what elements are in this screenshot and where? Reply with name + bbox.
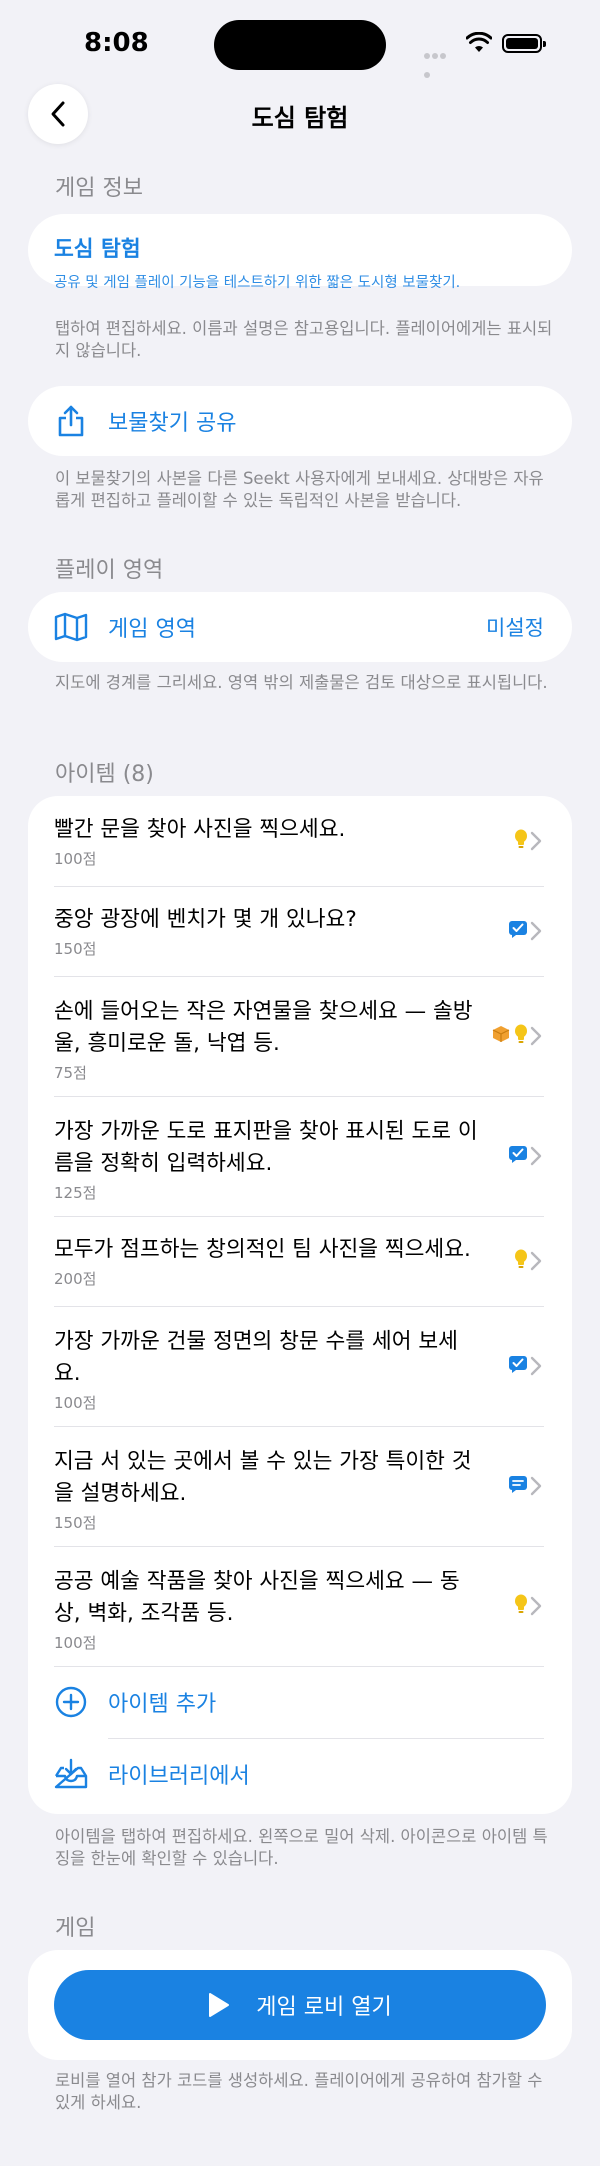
hint-bulb-icon bbox=[514, 1249, 528, 1273]
map-icon bbox=[54, 610, 88, 644]
item-row[interactable]: 모두가 점프하는 창의적인 팀 사진을 찍으세요. 200점 bbox=[28, 1216, 572, 1306]
item-title: 가장 가까운 건물 정면의 창문 수를 세어 보세요. bbox=[54, 1329, 458, 1386]
open-lobby-button[interactable]: 게임 로비 열기 bbox=[54, 1970, 546, 2040]
battery-icon bbox=[502, 34, 546, 53]
item-points: 100점 bbox=[54, 850, 97, 868]
share-label: 보물찾기 공유 bbox=[108, 411, 237, 436]
chevron-right-icon bbox=[530, 1476, 542, 1496]
items-card: 빨간 문을 찾아 사진을 찍으세요. 100점 중앙 광장에 벤치가 몇 개 있나요… bbox=[28, 796, 572, 1814]
wifi-icon bbox=[466, 32, 492, 52]
nav-bar: 도심 탐험 bbox=[0, 84, 600, 148]
chevron-right-icon bbox=[530, 1596, 542, 1616]
section-header-game: 게임 bbox=[55, 1916, 96, 1941]
item-title: 지금 서 있는 곳에서 볼 수 있는 가장 특이한 것을 설명하세요. bbox=[54, 1449, 472, 1506]
game-title: 도심 탐험 bbox=[54, 237, 141, 262]
item-title: 중앙 광장에 벤치가 몇 개 있나요? bbox=[54, 907, 357, 932]
item-points: 75점 bbox=[54, 1064, 87, 1082]
item-title: 공공 예술 작품을 찾아 사진을 찍으세요 — 동상, 벽화, 조각품 등. bbox=[54, 1569, 460, 1626]
item-badges bbox=[514, 1594, 528, 1618]
game-card: 게임 로비 열기 bbox=[28, 1950, 572, 2060]
item-badges bbox=[508, 1144, 528, 1168]
plus-circle-icon bbox=[54, 1685, 88, 1719]
play-area-label: 게임 영역 bbox=[108, 617, 196, 642]
item-points: 125점 bbox=[54, 1184, 97, 1202]
status-time: 8:08 bbox=[84, 28, 149, 58]
item-row[interactable]: 가장 가까운 건물 정면의 창문 수를 세어 보세요. 100점 bbox=[28, 1306, 572, 1426]
item-title: 모두가 점프하는 창의적인 팀 사진을 찍으세요. bbox=[54, 1237, 471, 1262]
share-button[interactable]: 보물찾기 공유 bbox=[28, 386, 572, 456]
play-icon bbox=[209, 1993, 230, 2017]
signal-icon bbox=[424, 44, 454, 78]
dynamic-island bbox=[214, 20, 386, 70]
play-area-footnote: 지도에 경계를 그리세요. 영역 밖의 제출물은 검토 대상으로 표시됩니다. bbox=[55, 673, 548, 692]
text-answer-icon bbox=[508, 1474, 528, 1498]
item-row[interactable]: 공공 예술 작품을 찾아 사진을 찍으세요 — 동상, 벽화, 조각품 등. 10… bbox=[28, 1546, 572, 1666]
share-card[interactable]: 보물찾기 공유 bbox=[28, 386, 572, 456]
item-badges bbox=[492, 1024, 528, 1048]
item-row[interactable]: 가장 가까운 도로 표지판을 찾아 표시된 도로 이름을 정확히 입력하세요. 1… bbox=[28, 1096, 572, 1216]
item-points: 100점 bbox=[54, 1394, 97, 1412]
add-item-button[interactable]: 아이템 추가 bbox=[28, 1666, 572, 1738]
play-area-value: 미설정 bbox=[486, 616, 544, 640]
item-badges bbox=[514, 829, 528, 853]
item-row[interactable]: 손에 들어오는 작은 자연물을 찾으세요 — 솔방울, 흥미로운 돌, 낙엽 등… bbox=[28, 976, 572, 1096]
item-row[interactable]: 지금 서 있는 곳에서 볼 수 있는 가장 특이한 것을 설명하세요. 150점 bbox=[28, 1426, 572, 1546]
item-row[interactable]: 중앙 광장에 벤치가 몇 개 있나요? 150점 bbox=[28, 886, 572, 976]
item-row[interactable]: 빨간 문을 찾아 사진을 찍으세요. 100점 bbox=[28, 796, 572, 886]
tray-download-icon bbox=[54, 1757, 88, 1791]
section-header-items: 아이템 (8) bbox=[55, 762, 154, 787]
status-bar: 8:08 bbox=[0, 0, 600, 90]
open-lobby-label: 게임 로비 열기 bbox=[256, 1995, 392, 2020]
item-badges bbox=[508, 1354, 528, 1378]
chevron-right-icon bbox=[530, 831, 542, 851]
chevron-right-icon bbox=[530, 1251, 542, 1271]
hint-bulb-icon bbox=[514, 829, 528, 853]
item-badges bbox=[508, 1474, 528, 1498]
play-area-button[interactable]: 게임 영역 미설정 bbox=[28, 592, 572, 662]
item-badges bbox=[508, 919, 528, 943]
chevron-right-icon bbox=[530, 1356, 542, 1376]
package-icon bbox=[492, 1025, 510, 1047]
game-description: 공유 및 게임 플레이 기능을 테스트하기 위한 짧은 도시형 보물찾기. bbox=[54, 275, 461, 291]
share-footnote: 이 보물찾기의 사본을 다른 Seekt 사용자에게 보내세요. 상대방은 자유… bbox=[55, 469, 544, 510]
items-footnote: 아이템을 탭하여 편집하세요. 왼쪽으로 밀어 삭제. 아이콘으로 아이템 특징… bbox=[55, 1827, 548, 1868]
item-points: 100점 bbox=[54, 1634, 97, 1652]
share-icon bbox=[54, 404, 88, 438]
item-title: 가장 가까운 도로 표지판을 찾아 표시된 도로 이름을 정확히 입력하세요. bbox=[54, 1119, 478, 1176]
checkbox-answer-icon bbox=[508, 919, 528, 943]
section-header-play-area: 플레이 영역 bbox=[55, 558, 164, 583]
checkbox-answer-icon bbox=[508, 1144, 528, 1168]
hint-bulb-icon bbox=[514, 1594, 528, 1618]
item-badges bbox=[514, 1249, 528, 1273]
item-title: 빨간 문을 찾아 사진을 찍으세요. bbox=[54, 817, 346, 842]
item-points: 200점 bbox=[54, 1270, 97, 1288]
item-points: 150점 bbox=[54, 1514, 97, 1532]
chevron-right-icon bbox=[530, 1146, 542, 1166]
add-item-label: 아이템 추가 bbox=[108, 1692, 217, 1717]
hint-bulb-icon bbox=[514, 1024, 528, 1048]
item-points: 150점 bbox=[54, 940, 97, 958]
play-area-card[interactable]: 게임 영역 미설정 bbox=[28, 592, 572, 662]
from-library-label: 라이브러리에서 bbox=[108, 1764, 250, 1789]
chevron-right-icon bbox=[530, 1026, 542, 1046]
game-info-card[interactable]: 도심 탐험 공유 및 게임 플레이 기능을 테스트하기 위한 짧은 도시형 보물… bbox=[28, 214, 572, 291]
item-title: 손에 들어오는 작은 자연물을 찾으세요 — 솔방울, 흥미로운 돌, 낙엽 등… bbox=[54, 999, 473, 1056]
from-library-button[interactable]: 라이브러리에서 bbox=[28, 1738, 572, 1810]
section-header-game-info: 게임 정보 bbox=[55, 176, 143, 201]
game-info-footnote: 탭하여 편집하세요. 이름과 설명은 참고용입니다. 플레이어에게는 표시되지 … bbox=[55, 319, 553, 360]
page-title: 도심 탐험 bbox=[251, 104, 349, 132]
checkbox-answer-icon bbox=[508, 1354, 528, 1378]
game-footnote: 로비를 열어 참가 코드를 생성하세요. 플레이어에게 공유하여 참가할 수 있… bbox=[55, 2071, 543, 2112]
chevron-right-icon bbox=[530, 921, 542, 941]
